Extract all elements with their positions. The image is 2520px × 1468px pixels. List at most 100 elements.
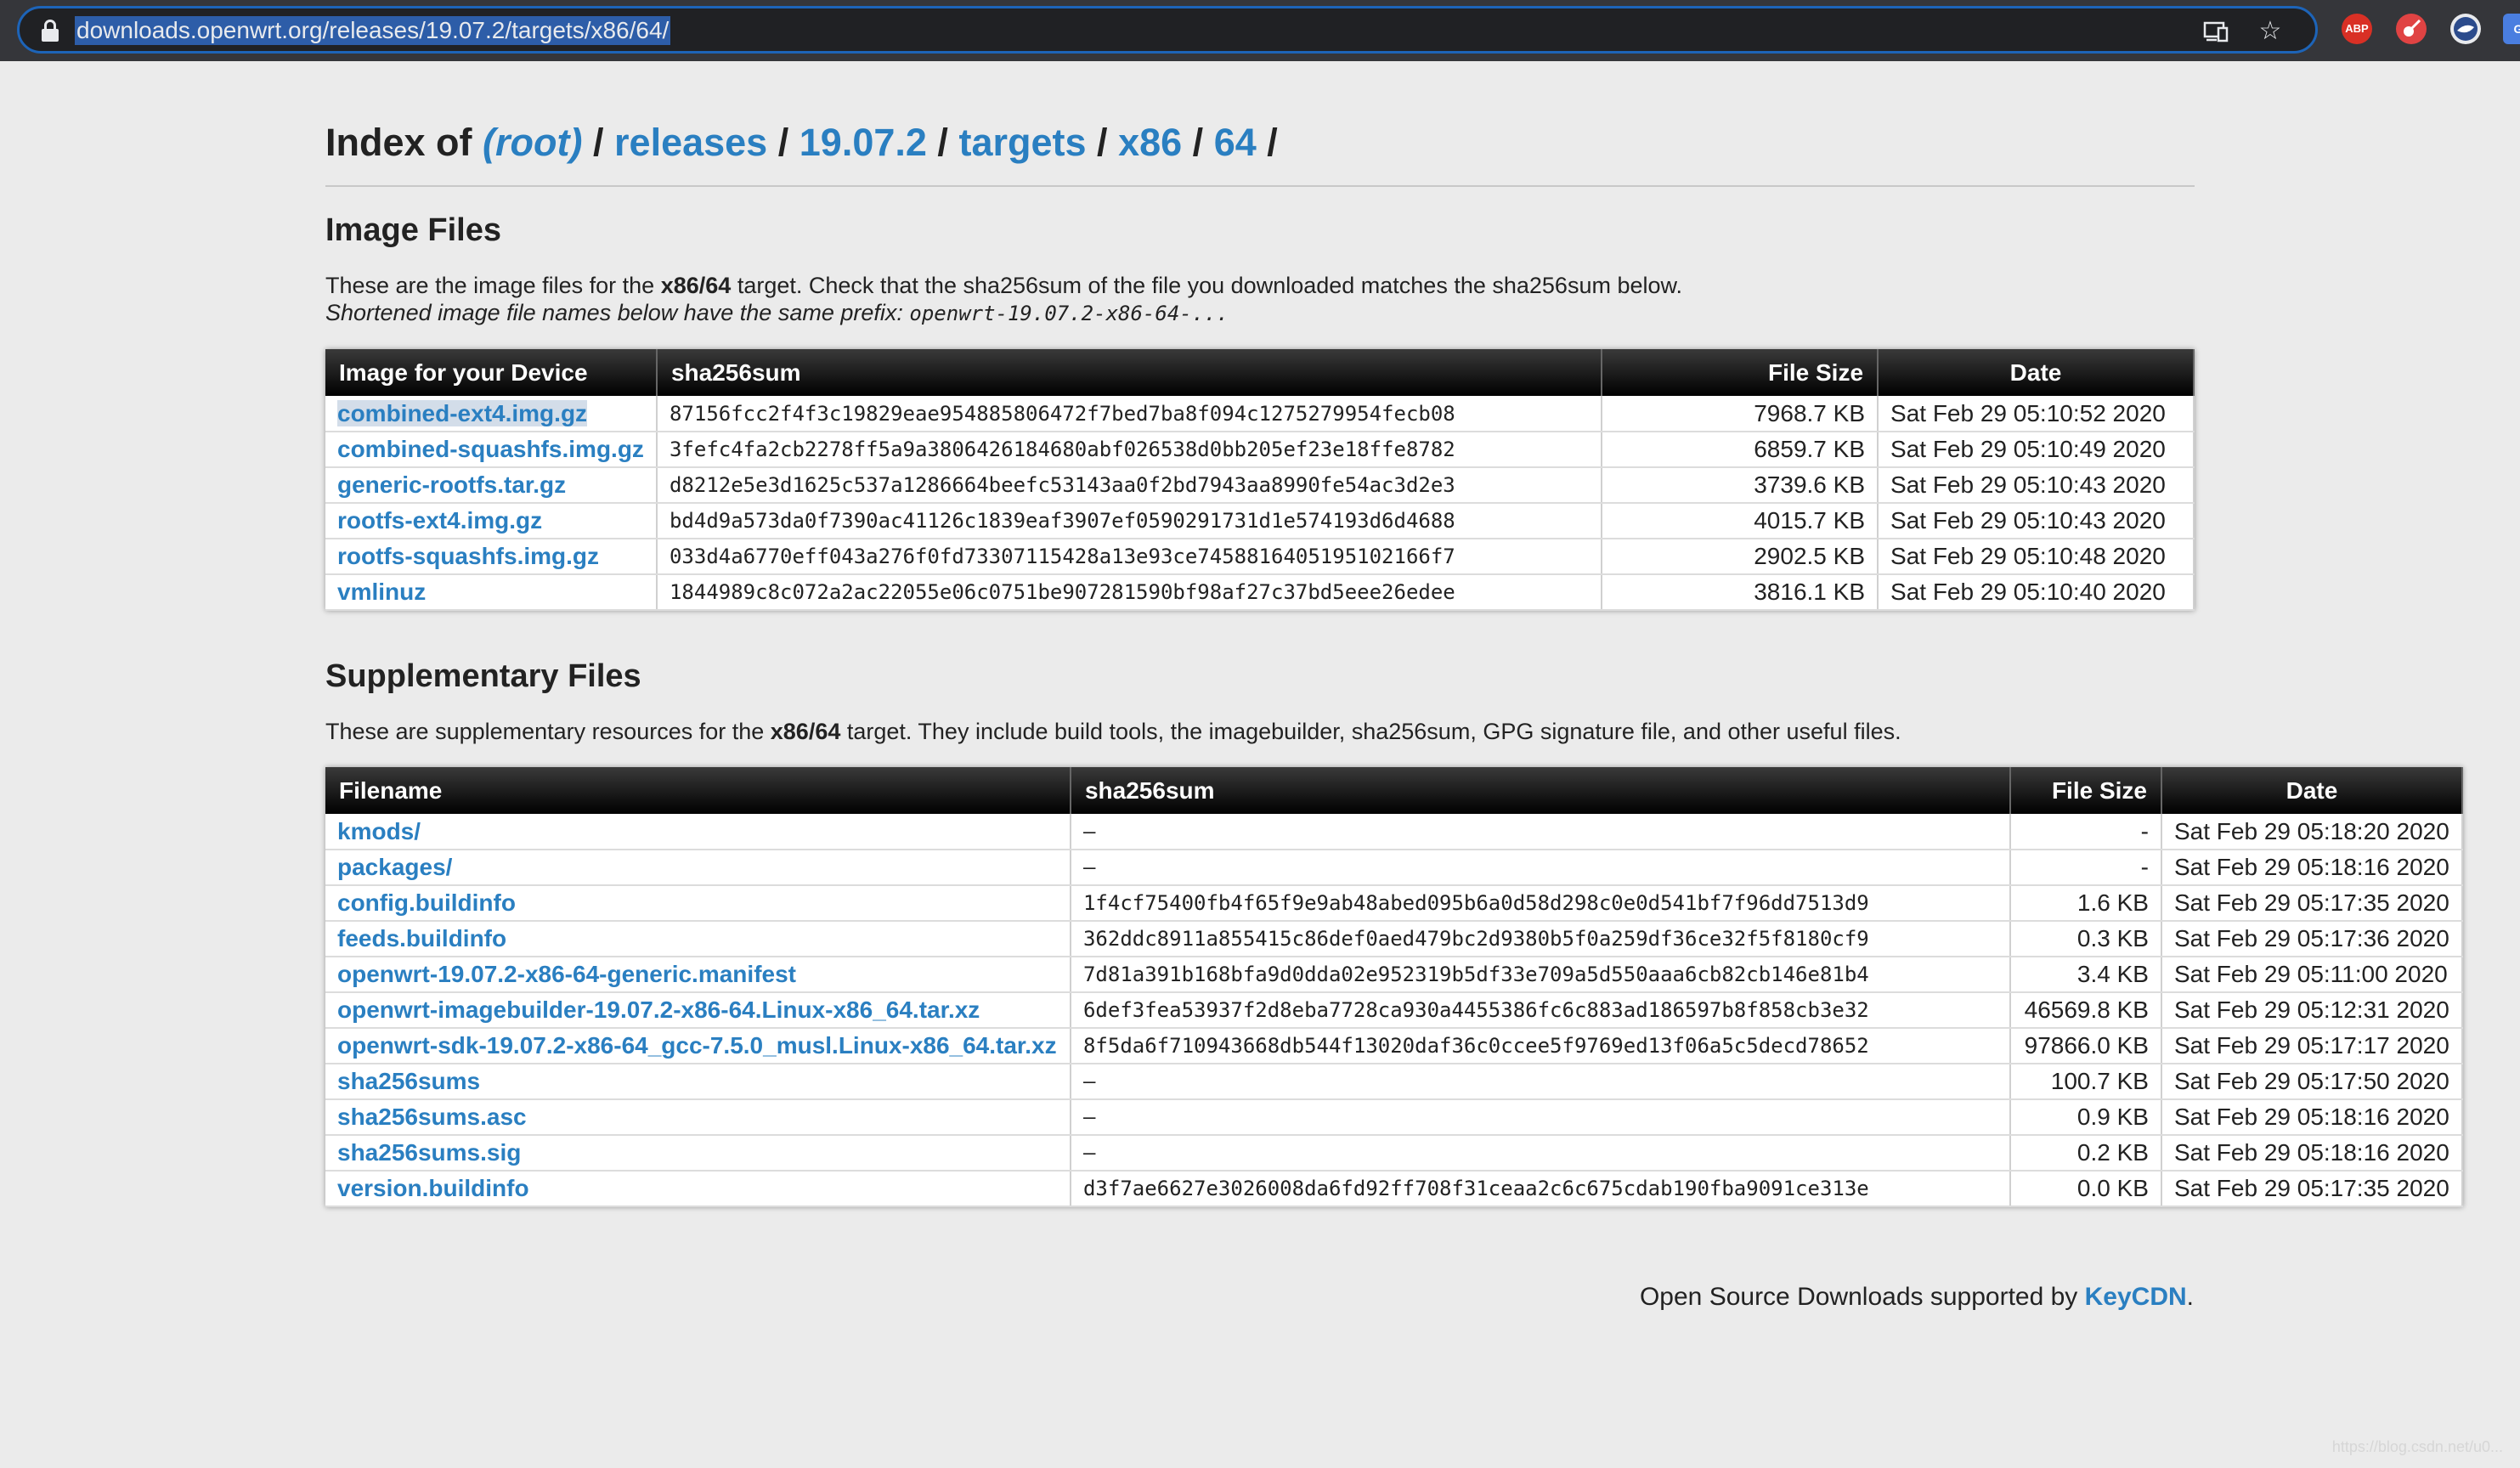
table-row: rootfs-ext4.img.gz bd4d9a573da0f7390ac411… — [325, 503, 2195, 539]
sha256sum-cell: – — [1070, 1099, 2012, 1136]
sha256sum-cell: 6def3fea53937f2d8eba7728ca930a4455386fc6… — [1070, 992, 2012, 1029]
supplementary-files-heading: Supplementary Files — [325, 658, 641, 694]
address-bar-url[interactable]: downloads.openwrt.org/releases/19.07.2/t… — [75, 16, 671, 45]
file-size-cell: 4015.7 KB — [1601, 503, 1879, 539]
file-link[interactable]: openwrt-sdk-19.07.2-x86-64_gcc-7.5.0_mus… — [337, 1032, 1057, 1059]
date-cell: Sat Feb 29 05:18:16 2020 — [2161, 1099, 2464, 1136]
footer: Open Source Downloads supported by KeyCD… — [1639, 1283, 2194, 1311]
file-link[interactable]: rootfs-squashfs.img.gz — [337, 543, 599, 569]
date-cell: Sat Feb 29 05:10:40 2020 — [1878, 574, 2195, 611]
file-link[interactable]: packages/ — [337, 854, 452, 880]
file-link[interactable]: version.buildinfo — [337, 1175, 529, 1201]
file-link[interactable]: config.buildinfo — [337, 889, 516, 916]
file-link[interactable]: sha256sums.asc — [337, 1104, 527, 1130]
file-name-cell: generic-rootfs.tar.gz — [325, 467, 658, 504]
sha256sum-cell: 362ddc8911a855415c86def0aed479bc2d9380b5… — [1070, 921, 2012, 957]
date-cell: Sat Feb 29 05:10:48 2020 — [1878, 539, 2195, 575]
date-cell: Sat Feb 29 05:11:00 2020 — [2161, 957, 2464, 993]
date-cell: Sat Feb 29 05:10:52 2020 — [1878, 396, 2195, 432]
file-name-cell: openwrt-sdk-19.07.2-x86-64_gcc-7.5.0_mus… — [325, 1028, 1071, 1064]
date-cell: Sat Feb 29 05:17:50 2020 — [2161, 1064, 2464, 1100]
table-header-row: Image for your Device sha256sum File Siz… — [325, 349, 2195, 396]
table-row: vmlinuz 1844989c8c072a2ac22055e06c0751be9… — [325, 574, 2195, 611]
sha256sum-cell: 7d81a391b168bfa9d0dda02e952319b5df33e709… — [1070, 957, 2012, 993]
sha256sum-cell: bd4d9a573da0f7390ac41126c1839eaf3907ef05… — [656, 503, 1602, 539]
globe-extension-icon[interactable] — [2450, 14, 2481, 44]
file-link[interactable]: combined-squashfs.img.gz — [337, 436, 644, 462]
date-cell: Sat Feb 29 05:10:43 2020 — [1878, 467, 2195, 504]
breadcrumb-64[interactable]: 64 — [1214, 121, 1257, 164]
cast-icon[interactable] — [2201, 17, 2230, 46]
table-row: version.buildinfo d3f7ae6627e3026008da6fd… — [325, 1171, 2464, 1207]
file-size-cell: 0.3 KB — [2010, 921, 2162, 957]
file-link[interactable]: openwrt-19.07.2-x86-64-generic.manifest — [337, 961, 796, 987]
table-row: openwrt-sdk-19.07.2-x86-64_gcc-7.5.0_mus… — [325, 1028, 2464, 1064]
file-size-cell: 0.9 KB — [2010, 1099, 2162, 1136]
date-cell: Sat Feb 29 05:10:49 2020 — [1878, 432, 2195, 468]
date-cell: Sat Feb 29 05:17:35 2020 — [2161, 885, 2464, 922]
supplementary-files-description: These are supplementary resources for th… — [325, 719, 1901, 744]
file-link[interactable]: sha256sums.sig — [337, 1139, 521, 1166]
file-name-cell: config.buildinfo — [325, 885, 1071, 922]
file-link[interactable]: generic-rootfs.tar.gz — [337, 471, 566, 498]
breadcrumb-releases[interactable]: releases — [614, 121, 767, 164]
sha256sum-cell: – — [1070, 850, 2012, 886]
date-cell: Sat Feb 29 05:10:43 2020 — [1878, 503, 2195, 539]
column-header-filename: Filename — [325, 767, 1071, 814]
table-row: config.buildinfo 1f4cf75400fb4f65f9e9ab48… — [325, 885, 2464, 922]
file-name-cell: sha256sums.asc — [325, 1099, 1071, 1136]
file-size-cell: - — [2010, 814, 2162, 850]
file-size-cell: 0.2 KB — [2010, 1135, 2162, 1172]
file-size-cell: 1.6 KB — [2010, 885, 2162, 922]
table-header-row: Filename sha256sum File Size Date — [325, 767, 2464, 814]
file-size-cell: 2902.5 KB — [1601, 539, 1879, 575]
sha256sum-cell: – — [1070, 1064, 2012, 1100]
sha256sum-cell: 8f5da6f710943668db544f13020daf36c0ccee5f… — [1070, 1028, 2012, 1064]
table-row: combined-ext4.img.gz 87156fcc2f4f3c19829e… — [325, 396, 2195, 432]
file-link[interactable]: sha256sums — [337, 1068, 480, 1094]
google-translate-icon[interactable]: G — [2503, 14, 2520, 44]
file-link[interactable]: openwrt-imagebuilder-19.07.2-x86-64.Linu… — [337, 997, 980, 1023]
column-header-file-size: File Size — [2010, 767, 2162, 814]
file-link[interactable]: rootfs-ext4.img.gz — [337, 507, 542, 534]
watermark: https://blog.csdn.net/u0... — [2331, 1438, 2503, 1455]
column-header-date: Date — [2161, 767, 2464, 814]
file-link[interactable]: kmods/ — [337, 818, 421, 844]
file-name-cell: rootfs-squashfs.img.gz — [325, 539, 658, 575]
lock-icon[interactable] — [42, 20, 59, 42]
table-row: rootfs-squashfs.img.gz 033d4a6770eff043a2… — [325, 539, 2195, 575]
file-link[interactable]: feeds.buildinfo — [337, 925, 506, 951]
page-title: Index of (root) / releases / 19.07.2 / t… — [325, 121, 1278, 164]
file-size-cell: 100.7 KB — [2010, 1064, 2162, 1100]
guitar-extension-icon[interactable] — [2396, 14, 2427, 44]
file-name-cell: sha256sums — [325, 1064, 1071, 1100]
breadcrumb-version[interactable]: 19.07.2 — [800, 121, 927, 164]
sha256sum-cell: 1844989c8c072a2ac22055e06c0751be90728159… — [656, 574, 1602, 611]
file-size-cell: 7968.7 KB — [1601, 396, 1879, 432]
file-size-cell: 97866.0 KB — [2010, 1028, 2162, 1064]
page-content: Index of (root) / releases / 19.07.2 / t… — [325, 61, 2464, 1207]
file-link[interactable]: combined-ext4.img.gz — [337, 399, 588, 426]
file-name-cell: kmods/ — [325, 814, 1071, 850]
file-size-cell: 3739.6 KB — [1601, 467, 1879, 504]
column-header-image: Image for your Device — [325, 349, 658, 396]
file-name-cell: packages/ — [325, 850, 1071, 886]
sha256sum-cell: 87156fcc2f4f3c19829eae954885806472f7bed7… — [656, 396, 1602, 432]
address-bar[interactable]: downloads.openwrt.org/releases/19.07.2/t… — [17, 6, 2318, 54]
file-link[interactable]: vmlinuz — [337, 579, 426, 605]
file-size-cell: 46569.8 KB — [2010, 992, 2162, 1029]
star-bookmark-icon[interactable]: ☆ — [2256, 17, 2285, 46]
table-row: feeds.buildinfo 362ddc8911a855415c86def0a… — [325, 921, 2464, 957]
adblock-plus-icon[interactable]: ABP — [2342, 14, 2372, 44]
image-files-heading: Image Files — [325, 212, 501, 248]
keycdn-link[interactable]: KeyCDN — [2085, 1283, 2187, 1311]
date-cell: Sat Feb 29 05:18:16 2020 — [2161, 1135, 2464, 1172]
breadcrumb-root[interactable]: (root) — [483, 121, 582, 164]
breadcrumb-x86[interactable]: x86 — [1118, 121, 1182, 164]
date-cell: Sat Feb 29 05:17:17 2020 — [2161, 1028, 2464, 1064]
image-prefix-code: openwrt-19.07.2-x86-64-... — [909, 302, 1229, 325]
table-row: packages/ – - Sat Feb 29 05:18:16 2020 — [325, 850, 2464, 886]
breadcrumb-targets[interactable]: targets — [958, 121, 1086, 164]
date-cell: Sat Feb 29 05:18:20 2020 — [2161, 814, 2464, 850]
file-name-cell: openwrt-imagebuilder-19.07.2-x86-64.Linu… — [325, 992, 1071, 1029]
